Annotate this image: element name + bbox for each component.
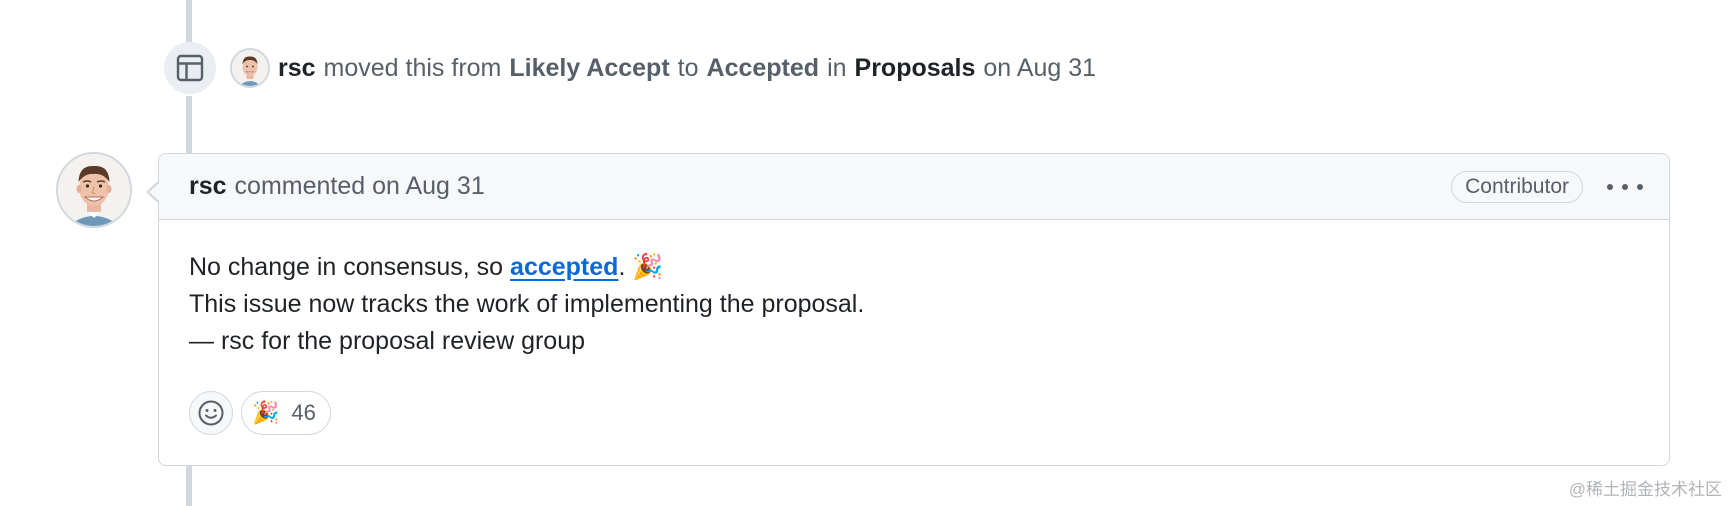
smiley-icon [198, 400, 224, 426]
party-popper-emoji: 🎉 [252, 400, 280, 426]
accepted-link[interactable]: accepted [510, 253, 618, 281]
commenter-avatar[interactable] [56, 152, 132, 228]
event-date-link[interactable]: on Aug 31 [983, 54, 1096, 83]
kebab-dot [1607, 184, 1613, 190]
comment-line-2: This issue now tracks the work of implem… [189, 290, 865, 318]
event-to-text: to [677, 53, 699, 82]
event-in-text: in [827, 53, 847, 82]
timeline-event: rsc moved this from Likely Accept to Acc… [230, 44, 1096, 92]
add-reaction-button[interactable] [189, 391, 233, 435]
comment-header: rsc commented on Aug 31 Contributor [159, 154, 1669, 220]
timeline-line [186, 466, 192, 506]
event-action-text: moved this from [323, 53, 502, 82]
reactions-bar: 🎉 46 [189, 391, 331, 435]
comment-timestamp-link[interactable]: commented on Aug 31 [235, 172, 485, 201]
kebab-dot [1637, 184, 1643, 190]
from-column: Likely Accept [509, 53, 670, 82]
event-actor-link[interactable]: rsc [278, 54, 316, 83]
contributor-badge: Contributor [1451, 171, 1583, 203]
reaction-count: 46 [291, 400, 316, 425]
comment-author-link[interactable]: rsc [189, 172, 227, 201]
comment-line-1-period: . [618, 253, 626, 281]
comment-body: No change in consensus, so accepted. 🎉 T… [159, 220, 1669, 360]
comment-pointer-fill [149, 182, 160, 202]
reaction-hooray-button[interactable]: 🎉 46 [241, 391, 331, 435]
avatar[interactable] [230, 48, 270, 88]
party-popper-emoji: 🎉 [632, 252, 664, 281]
timeline-line [186, 0, 192, 46]
comment-box: rsc commented on Aug 31 Contributor No c… [158, 153, 1670, 466]
project-table-icon [164, 42, 216, 94]
comment-line-3: — rsc for the proposal review group [189, 327, 586, 355]
to-column: Accepted [706, 53, 820, 82]
watermark: @稀土掘金技术社区 [1568, 480, 1722, 499]
timeline-line [186, 96, 192, 154]
kebab-dot [1622, 184, 1628, 190]
comment-line-1: No change in consensus, so accepted. 🎉 [189, 248, 1639, 286]
project-link[interactable]: Proposals [855, 54, 976, 83]
kebab-horizontal-icon[interactable] [1607, 176, 1643, 198]
issue-timeline: rsc moved this from Likely Accept to Acc… [0, 0, 1728, 506]
comment-line-1-text: No change in consensus, so [189, 253, 511, 281]
